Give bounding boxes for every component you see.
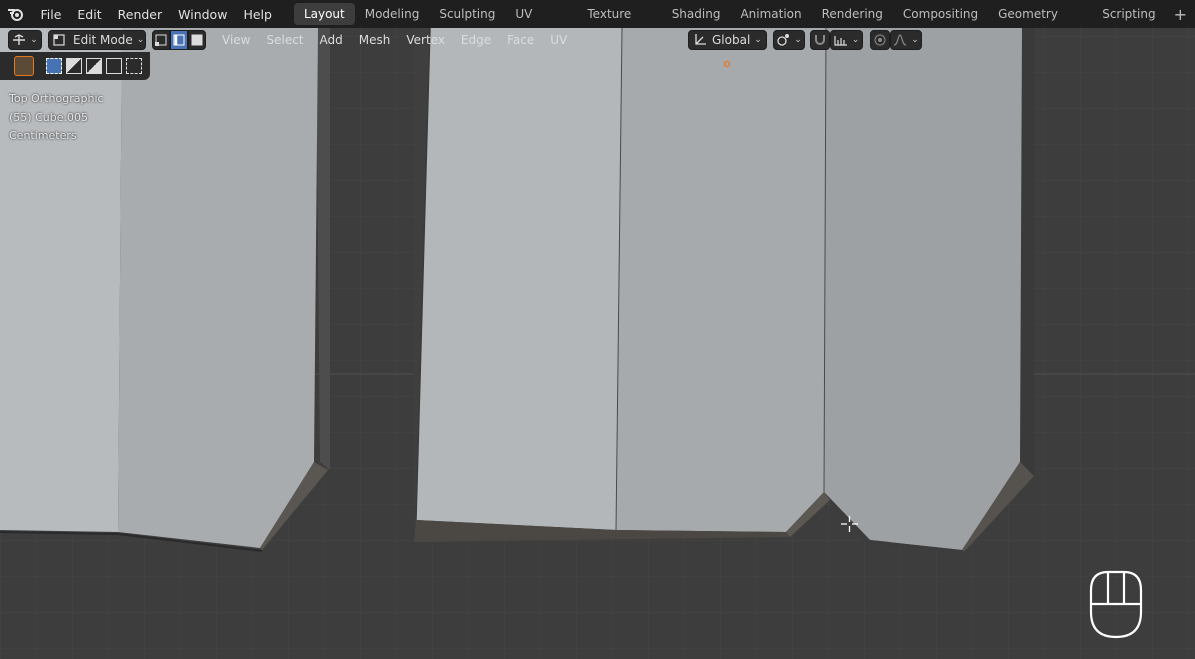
- box-select-intersect-icon[interactable]: [126, 58, 142, 74]
- view-menu[interactable]: View: [214, 33, 258, 47]
- uv-menu[interactable]: UV: [542, 33, 575, 47]
- edge-select-icon[interactable]: [170, 30, 188, 50]
- pivot-icon: [777, 34, 790, 46]
- plus-icon[interactable]: +: [1166, 5, 1195, 24]
- blender-logo-icon[interactable]: [0, 6, 32, 22]
- mode-dropdown[interactable]: Edit Mode ⌄: [48, 30, 146, 50]
- orientation-dropdown[interactable]: Global ⌄: [688, 30, 767, 50]
- tab-layout[interactable]: Layout: [293, 3, 355, 25]
- select-tool-icon[interactable]: [14, 56, 34, 76]
- viewport-header: ⌄ Edit Mode ⌄ View Select Add Mesh Verte…: [0, 28, 1195, 52]
- falloff-dropdown[interactable]: ⌄: [890, 30, 922, 50]
- face-menu[interactable]: Face: [499, 33, 542, 47]
- editor-type-button[interactable]: ⌄: [8, 30, 42, 50]
- view-name-label: Top Orthographic: [9, 92, 104, 105]
- units-label: Centimeters: [9, 129, 77, 142]
- menu-edit[interactable]: Edit: [69, 7, 109, 22]
- vertex-select-icon[interactable]: [152, 30, 170, 50]
- add-menu[interactable]: Add: [312, 33, 351, 47]
- proportional-edit-icon: [874, 34, 886, 46]
- tab-texture-paint[interactable]: Texture Paint: [577, 3, 661, 43]
- falloff-curve-icon: [894, 34, 907, 46]
- viewport-canvas: [0, 28, 1195, 659]
- tab-uv-editing[interactable]: UV Editing: [505, 3, 577, 43]
- tab-geometry-nodes[interactable]: Geometry Nodes: [988, 3, 1092, 43]
- snap-increment-icon: [834, 36, 847, 46]
- box-select-subtract-icon[interactable]: [86, 58, 102, 74]
- proportional-edit-toggle[interactable]: [870, 30, 890, 50]
- edge-menu[interactable]: Edge: [453, 33, 499, 47]
- snap-target-dropdown[interactable]: ⌄: [830, 30, 863, 50]
- pivot-dropdown[interactable]: ⌄: [773, 30, 805, 50]
- mesh-menu[interactable]: Mesh: [351, 33, 399, 47]
- tab-shading[interactable]: Shading: [662, 3, 731, 25]
- select-mode-group: [152, 30, 206, 50]
- tab-modeling[interactable]: Modeling: [355, 3, 430, 25]
- vertex-menu[interactable]: Vertex: [398, 33, 453, 47]
- box-select-invert-icon[interactable]: [106, 58, 122, 74]
- select-menu[interactable]: Select: [258, 33, 311, 47]
- mode-label: Edit Mode: [73, 33, 133, 47]
- box-select-new-icon[interactable]: [46, 58, 62, 74]
- top-menu-bar: File Edit Render Window Help Layout Mode…: [0, 0, 1195, 43]
- transform-icon: [13, 34, 26, 45]
- workspace-tabs: Layout Modeling Sculpting UV Editing Tex…: [293, 0, 1166, 43]
- tab-sculpting[interactable]: Sculpting: [429, 3, 505, 25]
- active-object-label: (55) Cube.005: [9, 110, 88, 124]
- viewport-info-overlay: Top Orthographic (55) Cube.005 Centimete…: [9, 90, 104, 146]
- tab-animation[interactable]: Animation: [730, 3, 811, 25]
- menu-render[interactable]: Render: [110, 7, 171, 22]
- menu-window[interactable]: Window: [170, 7, 235, 22]
- magnet-icon: [815, 35, 825, 45]
- menu-file[interactable]: File: [32, 7, 69, 22]
- tool-shelf-header: [0, 52, 150, 80]
- face-select-icon[interactable]: [188, 30, 206, 50]
- box-select-extend-icon[interactable]: [66, 58, 82, 74]
- tab-rendering[interactable]: Rendering: [812, 3, 893, 25]
- right-mesh: [414, 28, 1034, 552]
- 3d-viewport[interactable]: [0, 28, 1195, 659]
- tab-scripting[interactable]: Scripting: [1092, 3, 1165, 25]
- tab-compositing[interactable]: Compositing: [893, 3, 988, 25]
- edit-mode-icon: [53, 34, 65, 46]
- snap-toggle[interactable]: [810, 30, 830, 50]
- menu-help[interactable]: Help: [235, 7, 280, 22]
- orientation-label: Global: [712, 33, 751, 47]
- orientation-icon: [695, 34, 706, 45]
